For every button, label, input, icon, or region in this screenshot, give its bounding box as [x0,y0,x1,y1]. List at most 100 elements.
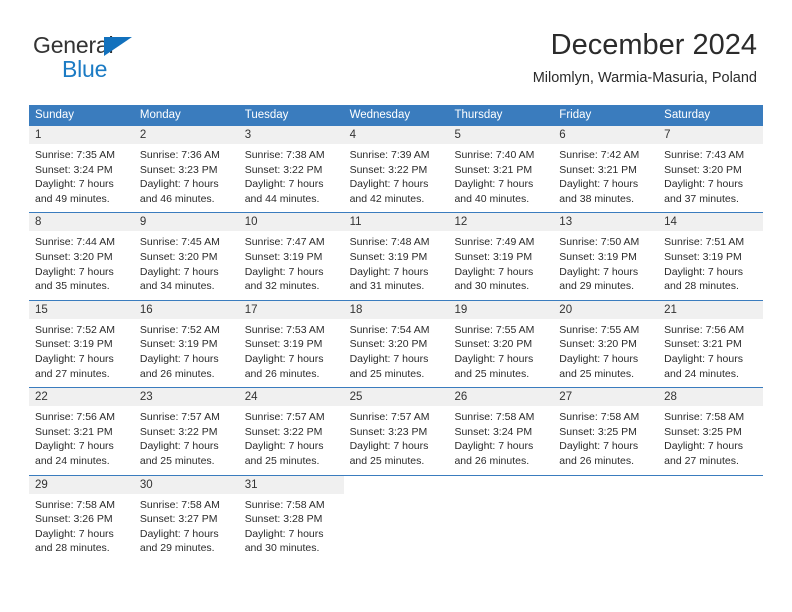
sunrise-text: Sunrise: 7:52 AM [35,323,115,336]
week-row: 22 Sunrise: 7:56 AM Sunset: 3:21 PM Dayligh… [29,387,764,475]
day-details: Sunrise: 7:57 AM Sunset: 3:23 PM Daylight:… [344,406,449,474]
sunrise-text: Sunrise: 7:55 AM [454,323,535,336]
daylight-text-line1: Daylight: 7 hours [35,352,114,365]
daylight-text-line2: and 49 minutes. [35,192,110,205]
sunset-text: Sunset: 3:22 PM [244,163,323,176]
daylight-text-line1: Daylight: 7 hours [559,265,639,278]
day-cell[interactable]: 20 Sunrise: 7:55 AM Sunset: 3:20 PM Dayligh… [553,300,659,388]
daylight-text-line2: and 37 minutes. [664,192,739,205]
day-cell[interactable]: 6 Sunrise: 7:42 AM Sunset: 3:21 PM Daylight… [553,126,659,213]
daylight-text-line2: and 27 minutes. [664,454,739,467]
day-cell[interactable]: 7 Sunrise: 7:43 AM Sunset: 3:20 PM Daylight… [658,126,764,213]
day-cell[interactable]: 1 Sunrise: 7:35 AM Sunset: 3:24 PM Daylight… [29,126,134,213]
day-cell[interactable]: 8 Sunrise: 7:44 AM Sunset: 3:20 PM Daylight… [29,213,134,300]
day-cell[interactable]: 10 Sunrise: 7:47 AM Sunset: 3:19 PM Dayligh… [238,213,344,300]
sunrise-text: Sunrise: 7:35 AM [35,149,115,161]
day-cell[interactable]: 9 Sunrise: 7:45 AM Sunset: 3:20 PM Daylight… [133,213,239,300]
day-details: Sunrise: 7:49 AM Sunset: 3:19 PM Daylight:… [448,231,553,299]
daylight-text-line2: and 26 minutes. [454,454,530,467]
sunrise-text: Sunrise: 7:48 AM [349,236,430,249]
day-number: 20 [553,300,659,319]
day-details: Sunrise: 7:42 AM Sunset: 3:21 PM Daylight:… [553,144,658,212]
sunset-text: Sunset: 3:26 PM [35,513,113,526]
daylight-text-line2: and 25 minutes. [454,367,530,380]
day-cell[interactable]: 28 Sunrise: 7:58 AM Sunset: 3:25 PM Dayligh… [658,388,764,475]
sunrise-text: Sunrise: 7:51 AM [664,236,745,249]
day-cell[interactable]: 13 Sunrise: 7:50 AM Sunset: 3:19 PM Dayligh… [553,213,659,300]
sunrise-text: Sunrise: 7:45 AM [139,236,220,249]
sunrise-text: Sunrise: 7:53 AM [244,323,325,336]
day-cell[interactable]: 17 Sunrise: 7:53 AM Sunset: 3:19 PM Dayligh… [238,300,344,388]
sunrise-text: Sunrise: 7:58 AM [454,411,535,424]
weekday-header-row: Sunday Monday Tuesday Wednesday Thursday… [29,105,763,125]
day-cell[interactable]: 29 Sunrise: 7:58 AM Sunset: 3:26 PM Dayligh… [29,475,134,562]
day-cell-empty [448,475,554,562]
sunset-text: Sunset: 3:27 PM [139,513,218,526]
daylight-text-line2: and 46 minutes. [139,192,215,205]
sunrise-text: Sunrise: 7:55 AM [559,323,640,336]
day-number: 25 [343,388,449,407]
day-cell[interactable]: 19 Sunrise: 7:55 AM Sunset: 3:20 PM Dayligh… [448,300,554,388]
day-cell[interactable]: 15 Sunrise: 7:52 AM Sunset: 3:19 PM Dayligh… [29,300,134,388]
sunrise-text: Sunrise: 7:44 AM [35,236,115,249]
daylight-text-line1: Daylight: 7 hours [559,352,639,365]
daylight-text-line1: Daylight: 7 hours [244,178,324,191]
day-cell[interactable]: 31 Sunrise: 7:58 AM Sunset: 3:28 PM Dayligh… [238,475,344,562]
weekday-header-saturday: Saturday [664,109,711,121]
day-number: 27 [553,388,659,407]
day-cell[interactable]: 18 Sunrise: 7:54 AM Sunset: 3:20 PM Dayligh… [343,300,449,388]
daylight-text-line1: Daylight: 7 hours [454,178,534,191]
day-cell[interactable]: 25 Sunrise: 7:57 AM Sunset: 3:23 PM Dayligh… [343,388,449,475]
daylight-text-line1: Daylight: 7 hours [349,178,429,191]
sunset-text: Sunset: 3:19 PM [244,338,323,351]
day-details: Sunrise: 7:58 AM Sunset: 3:27 PM Daylight:… [134,494,239,562]
day-cell[interactable]: 11 Sunrise: 7:48 AM Sunset: 3:19 PM Dayligh… [343,213,449,300]
day-cell[interactable]: 21 Sunrise: 7:56 AM Sunset: 3:21 PM Dayligh… [658,300,764,388]
daylight-text-line1: Daylight: 7 hours [664,440,743,453]
day-cell[interactable]: 4 Sunrise: 7:39 AM Sunset: 3:22 PM Daylight… [343,126,449,213]
day-details: Sunrise: 7:52 AM Sunset: 3:19 PM Daylight:… [134,319,239,387]
day-cell[interactable]: 22 Sunrise: 7:56 AM Sunset: 3:21 PM Dayligh… [29,388,134,475]
day-cell[interactable]: 12 Sunrise: 7:49 AM Sunset: 3:19 PM Dayligh… [448,213,554,300]
day-cell[interactable]: 3 Sunrise: 7:38 AM Sunset: 3:22 PM Daylight… [238,126,344,213]
daylight-text-line1: Daylight: 7 hours [454,440,534,453]
sunrise-text: Sunrise: 7:58 AM [664,411,745,424]
weekday-header-thursday: Thursday [454,109,503,121]
day-cell[interactable]: 30 Sunrise: 7:58 AM Sunset: 3:27 PM Dayligh… [133,475,239,562]
sunrise-text: Sunrise: 7:47 AM [244,236,325,249]
day-cell[interactable]: 16 Sunrise: 7:52 AM Sunset: 3:19 PM Dayligh… [133,300,239,388]
sunset-text: Sunset: 3:24 PM [454,425,533,438]
daylight-text-line2: and 28 minutes. [664,280,739,293]
daylight-text-line1: Daylight: 7 hours [244,440,324,453]
daylight-text-line2: and 29 minutes. [559,280,635,293]
day-number: 9 [133,213,239,232]
daylight-text-line2: and 28 minutes. [35,542,110,555]
day-details: Sunrise: 7:53 AM Sunset: 3:19 PM Daylight:… [239,319,344,387]
sunrise-text: Sunrise: 7:57 AM [139,411,220,424]
generalblue-logo[interactable]: General Blue [33,32,213,84]
day-cell[interactable]: 26 Sunrise: 7:58 AM Sunset: 3:24 PM Dayligh… [448,388,554,475]
sunset-text: Sunset: 3:21 PM [559,163,637,176]
sunset-text: Sunset: 3:23 PM [349,425,428,438]
day-cell[interactable]: 27 Sunrise: 7:58 AM Sunset: 3:25 PM Dayligh… [553,388,659,475]
day-details: Sunrise: 7:40 AM Sunset: 3:21 PM Daylight:… [448,144,553,212]
day-details: Sunrise: 7:56 AM Sunset: 3:21 PM Daylight:… [29,406,134,474]
daylight-text-line2: and 26 minutes. [244,367,320,380]
day-cell[interactable]: 24 Sunrise: 7:57 AM Sunset: 3:22 PM Dayligh… [238,388,344,475]
day-cell[interactable]: 2 Sunrise: 7:36 AM Sunset: 3:23 PM Daylight… [133,126,239,213]
sunrise-text: Sunrise: 7:56 AM [664,323,745,336]
daylight-text-line1: Daylight: 7 hours [35,265,114,278]
day-details: Sunrise: 7:58 AM Sunset: 3:25 PM Daylight:… [658,406,763,474]
day-details: Sunrise: 7:43 AM Sunset: 3:20 PM Daylight:… [658,144,763,212]
day-number: 3 [238,126,344,144]
day-details: Sunrise: 7:54 AM Sunset: 3:20 PM Daylight:… [344,319,449,387]
daylight-text-line2: and 30 minutes. [454,280,530,293]
day-cell[interactable]: 23 Sunrise: 7:57 AM Sunset: 3:22 PM Dayligh… [133,388,239,475]
day-details: Sunrise: 7:58 AM Sunset: 3:28 PM Daylight:… [239,494,344,562]
daylight-text-line1: Daylight: 7 hours [559,178,639,191]
sunset-text: Sunset: 3:19 PM [139,338,218,351]
sunrise-text: Sunrise: 7:56 AM [35,411,115,424]
day-cell[interactable]: 14 Sunrise: 7:51 AM Sunset: 3:19 PM Dayligh… [658,213,764,300]
day-cell[interactable]: 5 Sunrise: 7:40 AM Sunset: 3:21 PM Daylight… [448,126,554,213]
daylight-text-line1: Daylight: 7 hours [349,352,429,365]
